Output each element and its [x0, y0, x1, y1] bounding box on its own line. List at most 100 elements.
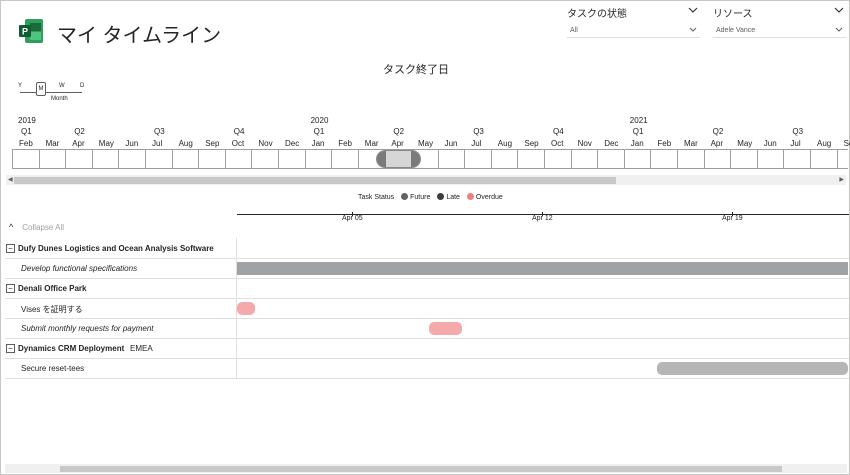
legend-future-swatch [401, 193, 409, 200]
overview-month-label: Jun [125, 139, 139, 148]
overview-month-label: Dec [285, 139, 300, 148]
month-cell-divider [38, 150, 40, 168]
resource-slicer-title: リソース [713, 9, 753, 20]
overview-month-label: Sep [205, 139, 220, 148]
task-bar[interactable] [657, 362, 848, 375]
axis-tick-label: Apr 05 [342, 212, 363, 222]
overview-month-label: Feb [338, 139, 352, 148]
overview-month-label: Apr [710, 139, 724, 148]
scroll-left-arrow-icon[interactable]: ◀ [8, 175, 13, 185]
zoom-level-label: Month [51, 96, 68, 102]
task-label: Submit monthly requests for payment [21, 324, 154, 333]
overview-month-label: Mar [684, 139, 698, 148]
overview-month-label: Dec [604, 139, 619, 148]
overview-month-label: Apr [72, 139, 85, 148]
gantt-task-row[interactable]: Submit monthly requests for payment [5, 319, 849, 339]
brush-left-handle[interactable] [377, 151, 386, 167]
month-cell-divider [810, 150, 811, 168]
month-cell-divider [623, 150, 625, 168]
axis-tick-label: Apr 19 [722, 212, 743, 222]
task-status-dropdown[interactable]: All [567, 23, 700, 38]
brush-right-handle[interactable] [411, 151, 420, 167]
overview-month-label: Jul [790, 139, 801, 148]
legend-overdue-swatch [466, 193, 474, 200]
collapse-group-icon[interactable]: − [6, 244, 15, 253]
collapse-group-icon[interactable]: − [6, 284, 15, 293]
overview-year-label: 2020 [310, 116, 329, 125]
overview-month-label: Jul [152, 139, 163, 148]
gantt-group-row[interactable]: − Dynamics CRM Deployment EMEA [5, 339, 849, 359]
overview-horizontal-scrollbar[interactable]: ◀ ▶ [6, 175, 846, 185]
zoom-level-year[interactable]: Y [18, 83, 22, 89]
overview-quarter-label: Q1 [21, 127, 32, 136]
group-label: Dynamics CRM Deployment [18, 344, 125, 353]
task-label: Develop functional specifications [21, 264, 138, 273]
resource-selected-value: Adele Vance [716, 27, 756, 34]
month-cell-divider [198, 150, 200, 168]
overview-month-label: Oct [231, 139, 245, 148]
chevron-down-icon[interactable] [687, 4, 699, 16]
month-cell-divider [464, 150, 466, 168]
chart-title: タスク終了日 [383, 64, 449, 76]
overview-month-label: Sep [524, 139, 539, 148]
chevron-down-icon [835, 27, 843, 32]
overview-month-label: Apr [391, 139, 404, 148]
collapse-all-button[interactable]: ^ Collapse All [9, 222, 64, 232]
month-cell-divider [677, 150, 678, 168]
scroll-right-arrow-icon[interactable]: ▶ [839, 175, 844, 185]
overview-month-label: Aug [178, 139, 193, 148]
group-region-label: EMEA [130, 344, 153, 353]
overview-month-label: Feb [657, 139, 672, 148]
overview-month-label: Sep [843, 139, 850, 148]
overview-month-label: Nov [577, 139, 592, 148]
overview-quarter-label: Q4 [553, 127, 564, 136]
overview-quarter-label: Q1 [632, 127, 644, 136]
month-cell-divider [171, 150, 173, 168]
overview-quarter-label: Q3 [792, 127, 804, 136]
overview-month-label: Jun [763, 139, 777, 148]
resource-dropdown[interactable]: Adele Vance [713, 23, 846, 38]
timeline-range-brush[interactable] [376, 150, 421, 168]
gantt-group-row[interactable]: − Denali Office Park [5, 279, 849, 299]
gantt-task-row[interactable]: Vises を証明する [5, 299, 849, 319]
month-cell-divider [836, 150, 838, 168]
task-bar[interactable] [237, 262, 848, 275]
month-cell-divider [703, 150, 705, 168]
month-cell-divider [490, 150, 492, 168]
task-bar[interactable] [237, 302, 256, 315]
page-scroll-thumb[interactable] [60, 466, 782, 472]
overview-quarter-label: Q3 [473, 127, 484, 136]
month-cell-divider [756, 150, 758, 168]
page-horizontal-scrollbar[interactable] [5, 464, 847, 473]
overview-quarter-label: Q2 [74, 127, 85, 136]
report-canvas: P マイ タイムライン タスクの状態 All リソース Adele Vance … [0, 0, 850, 475]
gantt-column-divider [236, 238, 237, 379]
task-status-legend: Task Status Future Late Overdue [358, 193, 503, 201]
zoom-level-day[interactable]: D [80, 83, 84, 89]
gantt-group-row[interactable]: − Dufy Dunes Logistics and Ocean Analysis… [5, 239, 849, 259]
overview-year-label: 2019 [18, 116, 36, 125]
task-bar[interactable] [429, 322, 462, 335]
month-cell-divider [331, 150, 333, 168]
overview-quarter-label: Q2 [393, 127, 405, 136]
task-label: Vises を証明する [21, 305, 83, 314]
overview-scroll-thumb[interactable] [14, 177, 616, 184]
zoom-level-control[interactable]: Y M W D Month [17, 81, 87, 107]
zoom-handle[interactable]: M [36, 82, 46, 96]
month-cell-divider [91, 150, 93, 168]
overview-quarter-label: Q2 [712, 127, 724, 136]
chevron-down-icon [689, 27, 697, 32]
chevron-down-icon[interactable] [833, 4, 845, 16]
zoom-level-week[interactable]: W [59, 83, 65, 89]
overview-year-row: 2019 2020 2021 [12, 116, 848, 126]
overview-month-label: Nov [258, 139, 273, 148]
task-status-slicer-title: タスクの状態 [567, 9, 627, 20]
overview-year-label: 2021 [629, 116, 648, 125]
overview-month-label: Feb [19, 139, 33, 148]
collapse-group-icon[interactable]: − [6, 344, 15, 353]
month-cell-divider [437, 150, 439, 168]
overview-month-cells[interactable] [12, 149, 848, 169]
svg-text:P: P [22, 27, 28, 37]
overview-month-label: Mar [45, 139, 60, 148]
group-label: Denali Office Park [18, 284, 87, 293]
